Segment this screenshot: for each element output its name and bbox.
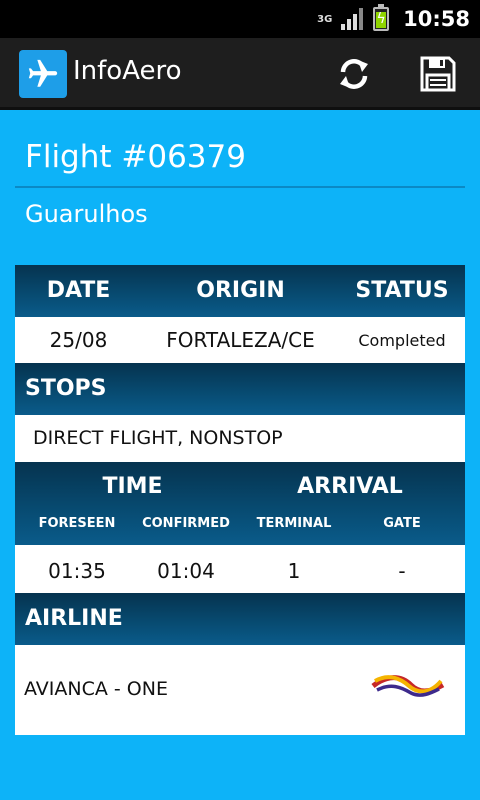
stops-label: STOPS xyxy=(25,376,107,401)
date-value: 25/08 xyxy=(49,328,108,352)
app-title: InfoAero xyxy=(73,56,182,86)
date-header: DATE xyxy=(46,278,111,303)
action-bar: InfoAero xyxy=(0,38,480,110)
network-type: 3G xyxy=(317,13,333,25)
summary-header: DATE ORIGIN STATUS xyxy=(15,265,465,317)
arrival-header: ARRIVAL xyxy=(297,474,403,499)
gate-header: GATE xyxy=(383,516,421,531)
airline-logo xyxy=(371,675,445,697)
flight-details-card: DATE ORIGIN STATUS 25/08 FORTALEZA/CE Co… xyxy=(15,265,465,735)
flight-title: Flight #06379 xyxy=(25,139,246,175)
stops-value: DIRECT FLIGHT, NONSTOP xyxy=(33,427,283,449)
origin-header: ORIGIN xyxy=(196,278,285,303)
divider xyxy=(15,186,465,188)
status-header: STATUS xyxy=(355,278,449,303)
save-icon xyxy=(420,56,456,92)
foreseen-header: FORESEEN xyxy=(38,516,116,531)
status-bar: 3G ϟ 10:58 xyxy=(0,0,480,38)
refresh-icon xyxy=(340,59,368,89)
battery-icon: ϟ xyxy=(373,4,390,31)
save-button[interactable] xyxy=(416,52,460,96)
confirmed-header: CONFIRMED xyxy=(142,516,230,531)
clock: 10:58 xyxy=(403,7,470,31)
airline-header: AIRLINE xyxy=(15,593,465,645)
gate-value: - xyxy=(398,559,406,583)
signal-icon xyxy=(341,8,364,30)
terminal-header: TERMINAL xyxy=(256,516,332,531)
time-header: TIME xyxy=(102,474,163,499)
airplane-icon[interactable] xyxy=(19,50,67,98)
content: Flight #06379 Guarulhos DATE ORIGIN STAT… xyxy=(0,113,480,800)
airline-name: AVIANCA - ONE xyxy=(24,678,168,700)
stops-header: STOPS xyxy=(15,363,465,415)
airport-name: Guarulhos xyxy=(25,200,148,228)
confirmed-value: 01:04 xyxy=(157,559,215,583)
airline-label: AIRLINE xyxy=(25,606,123,631)
foreseen-value: 01:35 xyxy=(48,559,106,583)
terminal-value: 1 xyxy=(287,559,301,583)
status-value: Completed xyxy=(358,331,446,350)
schedule-header: TIME ARRIVAL FORESEEN CONFIRMED TERMINAL… xyxy=(15,462,465,545)
refresh-button[interactable] xyxy=(332,52,376,96)
origin-value: FORTALEZA/CE xyxy=(166,328,315,352)
